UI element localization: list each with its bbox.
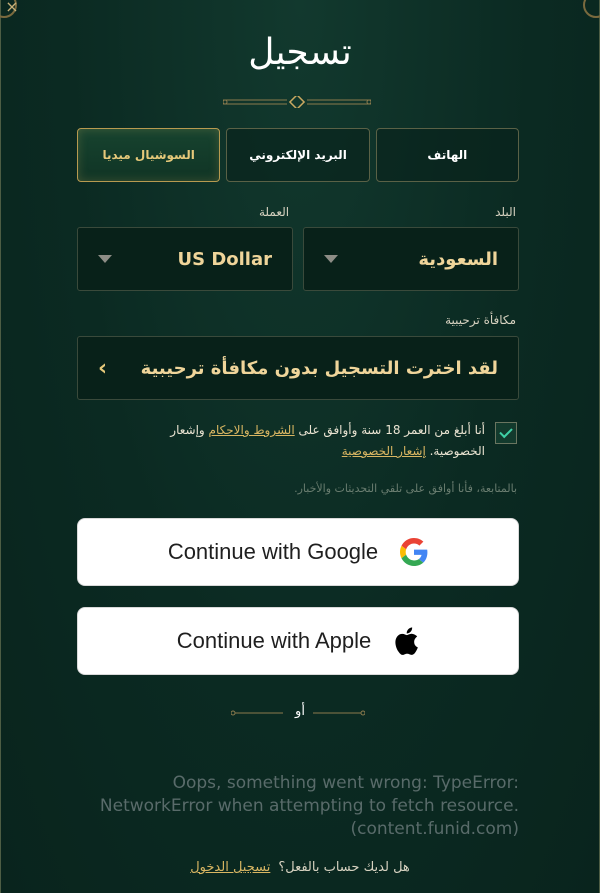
tab-email-label: البريد الإلكتروني xyxy=(249,148,347,162)
bonus-select[interactable]: ‹ لقد اخترت التسجيل بدون مكافأة ترحيبية xyxy=(77,336,519,400)
apple-icon xyxy=(395,627,419,655)
google-icon xyxy=(400,538,428,566)
apple-button-label: Continue with Apple xyxy=(176,628,372,653)
tab-social-media[interactable]: السوشيال ميديا xyxy=(77,128,221,182)
country-select[interactable]: السعودية xyxy=(303,227,519,291)
login-link[interactable]: تسجيل الدخول xyxy=(190,860,270,875)
apple-button[interactable]: Continue with Apple xyxy=(77,607,519,675)
tab-phone-label: الهاتف xyxy=(427,148,468,162)
tab-social-media-label: السوشيال ميديا xyxy=(102,148,195,162)
page-title: تسجيل xyxy=(248,32,352,73)
login-question: هل لديك حساب بالفعل؟ xyxy=(278,860,410,875)
terms-agreement: أنا أبلغ من العمر 18 سنة وأوافق على الشر… xyxy=(117,420,517,462)
chevron-down-icon xyxy=(98,255,112,263)
error-message: Oops, something went wrong: TypeError: N… xyxy=(99,773,519,839)
chevron-left-icon: ‹ xyxy=(98,355,108,381)
bonus-label: مكافأة ترحيبية xyxy=(445,313,516,327)
registration-method-tabs: الهاتف البريد الإلكتروني السوشيال ميديا xyxy=(77,128,519,182)
tab-email[interactable]: البريد الإلكتروني xyxy=(226,128,370,182)
corner-ornament-right xyxy=(583,0,600,18)
terms-link[interactable]: الشروط والاحكام xyxy=(209,423,295,437)
chevron-down-icon xyxy=(324,255,338,263)
country-label: البلد xyxy=(495,205,516,219)
registration-panel: × تسجيل الهاتف البريد الإلكتروني السوشيا… xyxy=(0,0,600,893)
terms-text: أنا أبلغ من العمر 18 سنة وأوافق على الشر… xyxy=(117,420,485,462)
google-button-label: Continue with Google xyxy=(167,539,379,564)
tab-phone[interactable]: الهاتف xyxy=(375,128,519,182)
terms-text-part1: أنا أبلغ من العمر 18 سنة وأوافق على xyxy=(294,423,485,437)
currency-value: US Dollar xyxy=(177,248,272,270)
currency-label: العملة xyxy=(259,205,290,219)
privacy-link[interactable]: إشعار الخصوصية xyxy=(342,444,426,458)
close-icon[interactable]: × xyxy=(3,0,21,18)
currency-select[interactable]: US Dollar xyxy=(77,227,293,291)
check-icon xyxy=(499,424,513,439)
country-value: السعودية xyxy=(418,248,498,270)
or-label: أو xyxy=(295,704,305,719)
terms-checkbox[interactable] xyxy=(495,422,517,444)
newsletter-notice: بالمتابعة، فأنا أوافق على تلقي التحديثات… xyxy=(294,482,517,495)
bonus-value: لقد اخترت التسجيل بدون مكافأة ترحيبية xyxy=(140,357,498,379)
login-prompt: هل لديك حساب بالفعل؟ تسجيل الدخول xyxy=(1,860,599,875)
google-button[interactable]: Continue with Google xyxy=(77,518,519,586)
title-ornament xyxy=(223,96,371,108)
